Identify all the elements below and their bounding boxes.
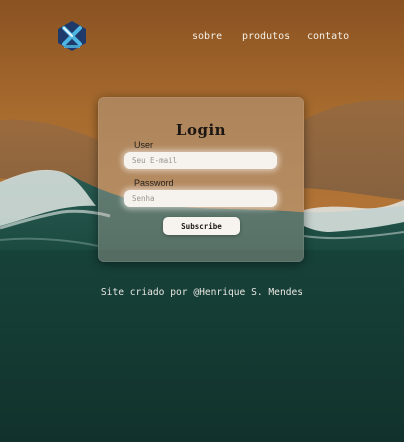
nav-link-sobre[interactable]: sobre: [192, 31, 222, 42]
x-shield-logo-icon[interactable]: [55, 19, 89, 53]
user-label: User: [134, 140, 154, 150]
login-card: Login User Password Subscribe: [98, 97, 304, 262]
login-title: Login: [175, 121, 227, 139]
password-field[interactable]: [124, 190, 277, 207]
nav-link-produtos[interactable]: produtos: [242, 31, 290, 42]
email-field[interactable]: [124, 152, 277, 169]
subscribe-button[interactable]: Subscribe: [163, 217, 240, 235]
site-credit: Site criado por @Henrique S. Mendes: [100, 287, 304, 298]
nav-link-contato[interactable]: contato: [307, 31, 349, 42]
password-label: Password: [134, 178, 174, 188]
